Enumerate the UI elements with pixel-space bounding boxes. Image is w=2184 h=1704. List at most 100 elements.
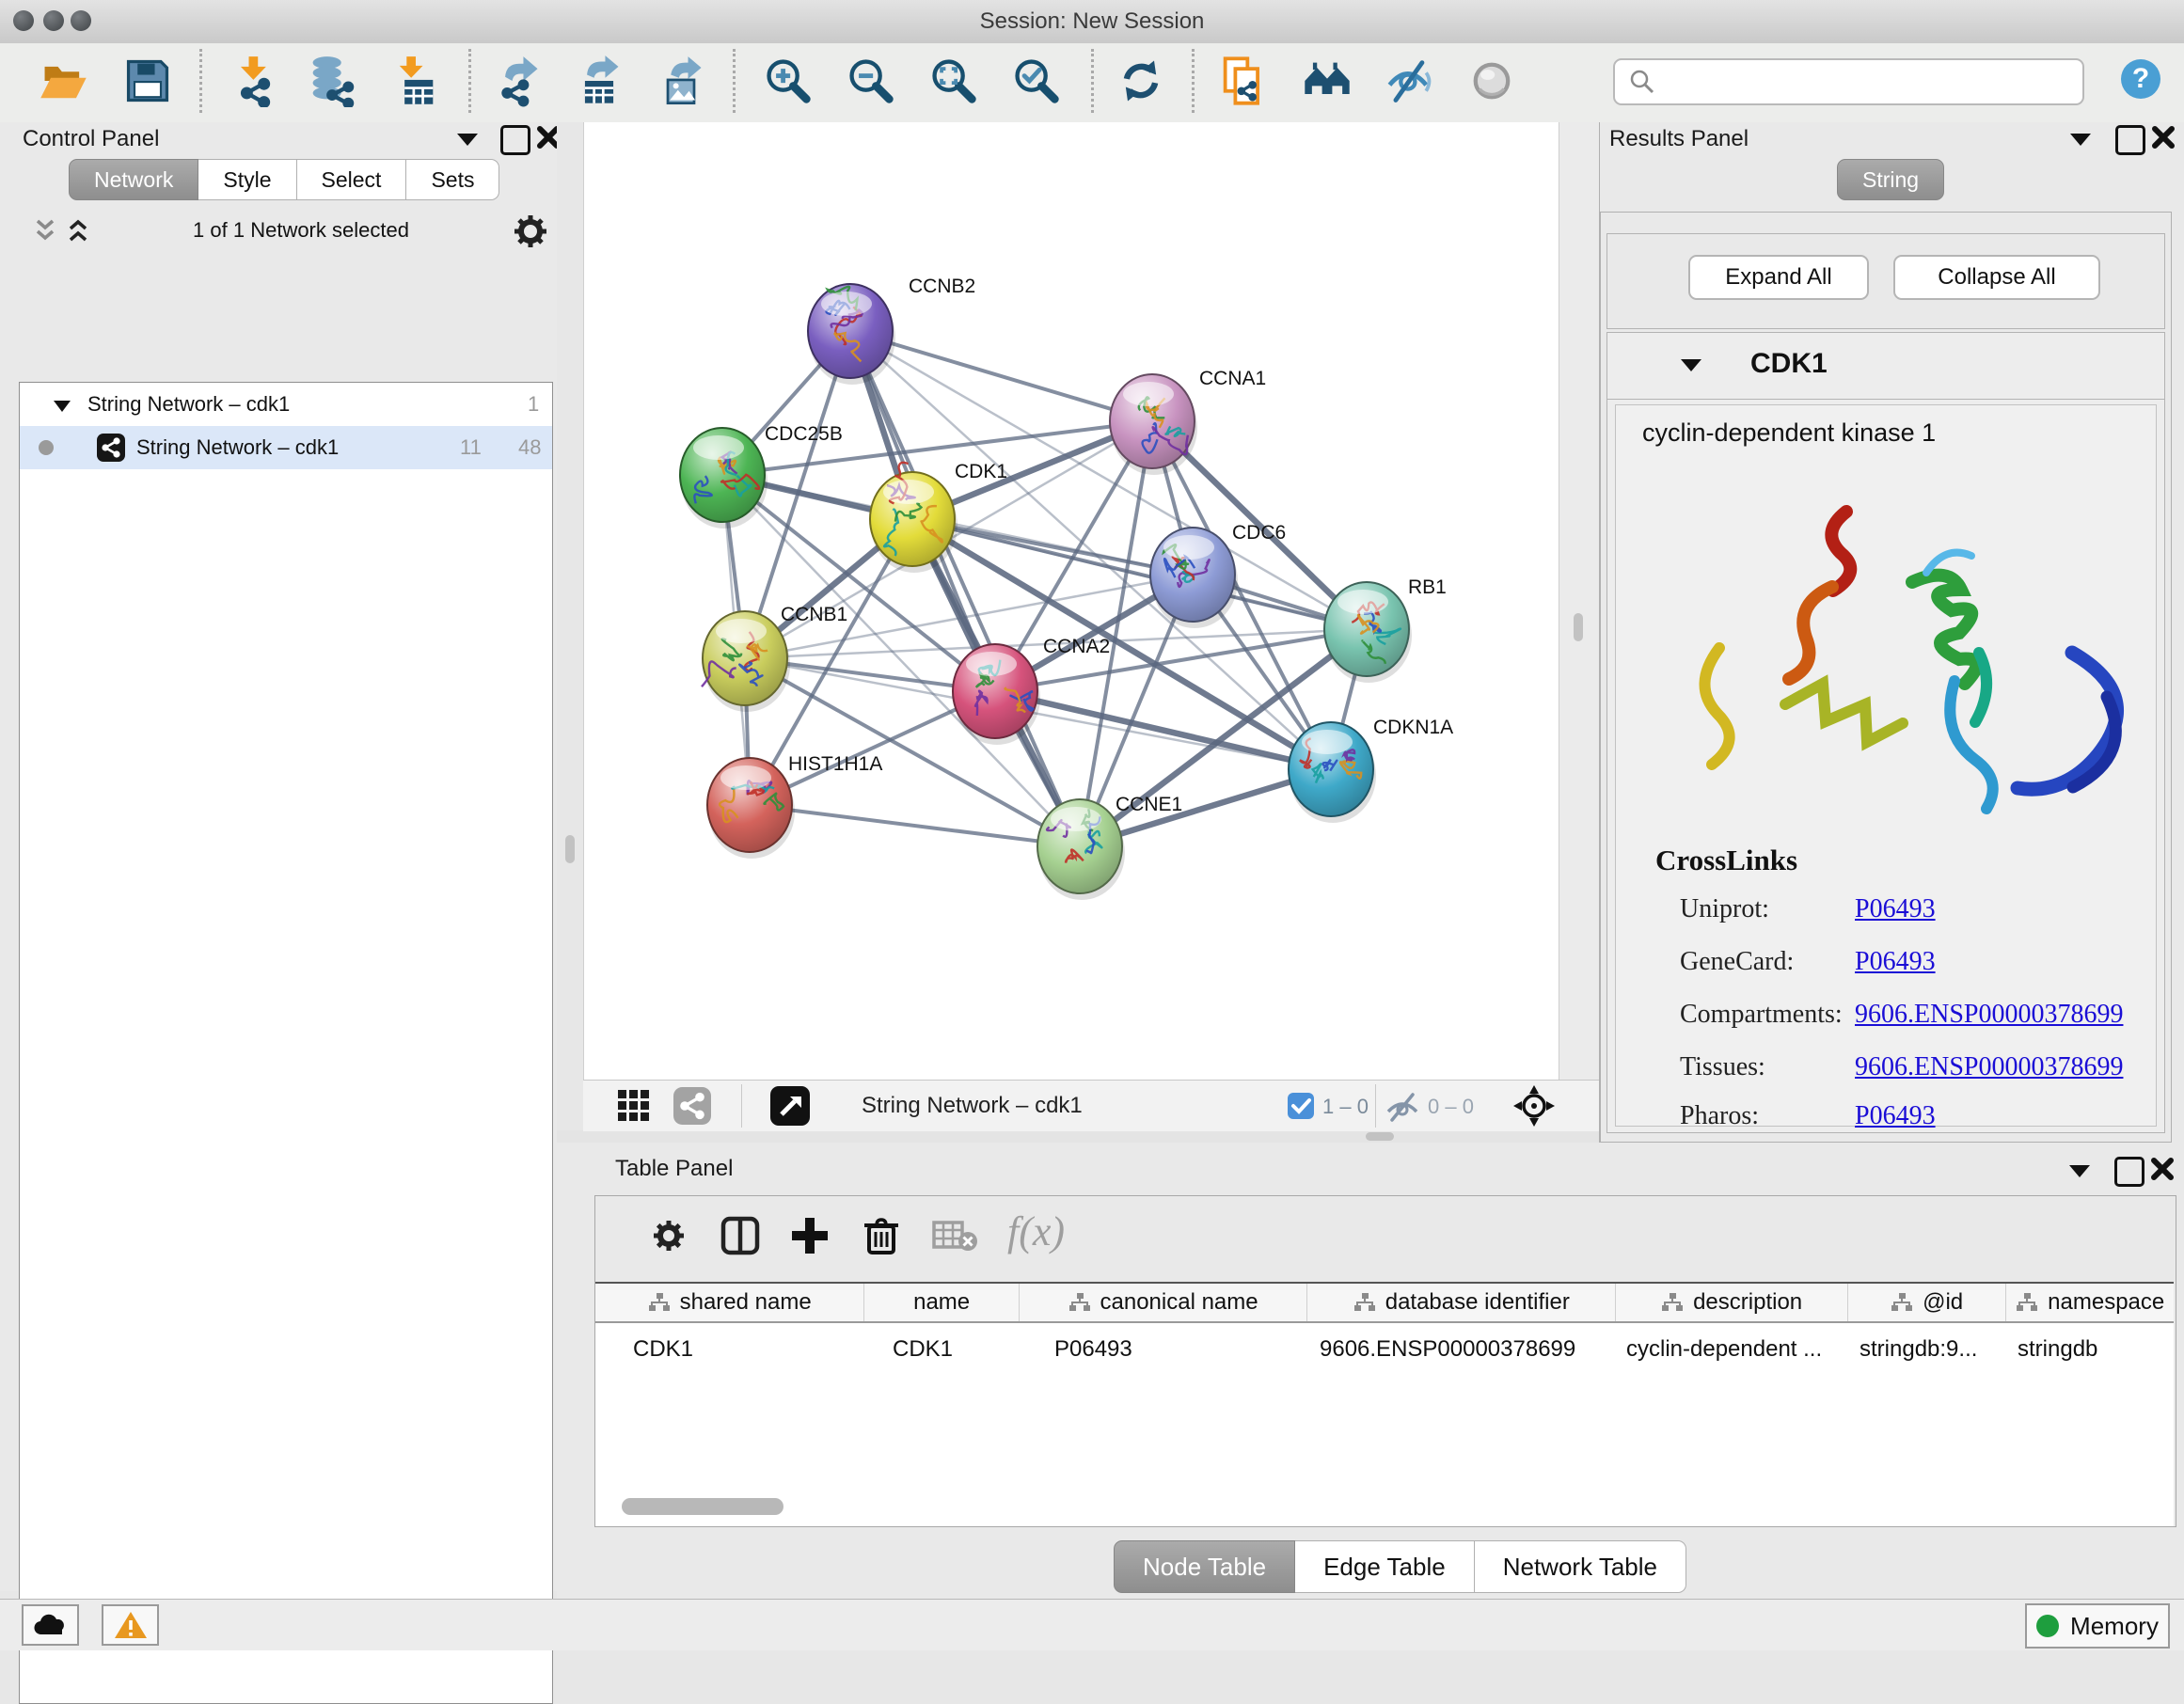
left-splitter-handle[interactable]: [565, 835, 575, 863]
network-node-cdc25b[interactable]: CDC25B: [680, 423, 843, 529]
zoom-in-button[interactable]: [762, 55, 815, 107]
tab-node-table[interactable]: Node Table: [1114, 1540, 1295, 1593]
tab-style[interactable]: Style: [198, 159, 296, 200]
right-splitter-handle[interactable]: [1574, 613, 1583, 641]
tab-network[interactable]: Network: [69, 159, 198, 200]
tab-select[interactable]: Select: [297, 159, 407, 200]
show-preview-button[interactable]: [1465, 55, 1518, 107]
network-node-rb1[interactable]: RB1: [1324, 576, 1447, 683]
network-node-cdkn1a[interactable]: CDKN1A: [1289, 717, 1453, 823]
horizontal-splitter-handle[interactable]: [1366, 1132, 1394, 1141]
hide-graphics-button[interactable]: [1384, 55, 1436, 107]
network-edge[interactable]: [750, 805, 1080, 846]
tab-string[interactable]: String: [1837, 159, 1944, 200]
column-header-canonical-name[interactable]: canonical name: [1020, 1284, 1307, 1321]
expand-all-button[interactable]: Expand All: [1688, 255, 1869, 300]
crosshair-icon[interactable]: [1512, 1084, 1556, 1128]
search-input[interactable]: [1613, 58, 2084, 105]
memory-button[interactable]: Memory: [2025, 1603, 2170, 1649]
crosslink-genecard-link[interactable]: P06493: [1855, 947, 1936, 977]
results-panel-menu-icon[interactable]: [2070, 134, 2091, 146]
hidden-eye-slash-icon[interactable]: [1385, 1091, 1420, 1123]
footer-divider: [741, 1084, 742, 1128]
network-share-disabled-icon[interactable]: [673, 1087, 711, 1125]
function-builder-icon-disabled[interactable]: f(x): [1007, 1207, 1065, 1255]
crosslink-uniprot-link[interactable]: P06493: [1855, 894, 1936, 924]
network-edge[interactable]: [912, 519, 1367, 629]
delete-table-icon-disabled[interactable]: [932, 1215, 979, 1256]
network-collection-row[interactable]: String Network – cdk1 1: [20, 383, 552, 426]
tab-network-table[interactable]: Network Table: [1475, 1540, 1686, 1593]
add-column-icon[interactable]: [789, 1215, 831, 1256]
import-network-file-button[interactable]: [229, 55, 281, 107]
collection-expand-arrow-icon[interactable]: [52, 398, 72, 415]
zoom-fit-button[interactable]: [927, 55, 980, 107]
toolbar-divider: [1091, 49, 1094, 113]
control-panel-menu-icon[interactable]: [457, 134, 478, 146]
network-row[interactable]: String Network – cdk1 11 48: [20, 426, 552, 469]
crosslink-label: Uniprot:: [1680, 894, 1769, 924]
string-network-graph[interactable]: CCNB2CCNA1CDC25BCDK1CDC6RB1CCNB1CCNA2CDK…: [584, 122, 1559, 1080]
horizontal-scrollbar-thumb[interactable]: [622, 1498, 783, 1515]
gene-collapse-arrow-icon[interactable]: [1681, 359, 1701, 371]
help-button[interactable]: ?: [2118, 56, 2171, 109]
collapse-all-networks-icon[interactable]: [31, 218, 59, 245]
birds-eye-view-icon[interactable]: [769, 1085, 811, 1127]
control-panel-float-icon[interactable]: [500, 125, 530, 155]
results-panel-float-icon[interactable]: [2115, 125, 2145, 155]
network-node-ccne1[interactable]: CCNE1: [1037, 794, 1182, 900]
network-node-cdc6[interactable]: CDC6: [1150, 522, 1286, 628]
open-session-button[interactable]: [38, 55, 90, 107]
title-bar: Session: New Session: [0, 0, 2184, 44]
show-columns-icon[interactable]: [720, 1215, 761, 1256]
warnings-button[interactable]: [102, 1604, 159, 1646]
network-edge[interactable]: [850, 331, 1080, 846]
column-header-description[interactable]: description: [1616, 1284, 1847, 1321]
apply-layout-button[interactable]: [1115, 55, 1167, 107]
table-gear-icon[interactable]: [648, 1215, 689, 1256]
tab-edge-table[interactable]: Edge Table: [1295, 1540, 1475, 1593]
column-header-id[interactable]: @id: [1848, 1284, 2007, 1321]
network-options-gear-icon[interactable]: [512, 213, 549, 250]
cloud-button[interactable]: [22, 1604, 79, 1646]
crosslink-tissues-link[interactable]: 9606.ENSP00000378699: [1855, 1052, 2123, 1082]
table-panel-menu-icon[interactable]: [2069, 1165, 2090, 1177]
table-panel-float-icon[interactable]: [2114, 1157, 2144, 1187]
export-image-button[interactable]: [655, 55, 707, 107]
crosslink-compartments-link[interactable]: 9606.ENSP00000378699: [1855, 1000, 2123, 1030]
column-header-namespace[interactable]: namespace: [2006, 1284, 2174, 1321]
save-session-button[interactable]: [121, 55, 174, 107]
export-network-button[interactable]: [491, 55, 544, 107]
import-table-file-button[interactable]: [389, 55, 442, 107]
results-panel-close-icon[interactable]: [2151, 125, 2176, 150]
collapse-all-button[interactable]: Collapse All: [1893, 255, 2100, 300]
selected-checkbox-icon[interactable]: [1288, 1093, 1314, 1119]
column-header-database-identifier[interactable]: database identifier: [1307, 1284, 1616, 1321]
gene-section: CDK1 cyclin-dependent kinase 1: [1606, 332, 2165, 1133]
crosslink-pharos-link[interactable]: P06493: [1855, 1101, 1936, 1131]
table-panel-close-icon[interactable]: [2150, 1157, 2175, 1181]
export-table-button[interactable]: [573, 55, 625, 107]
network-canvas[interactable]: CCNB2CCNA1CDC25BCDK1CDC6RB1CCNB1CCNA2CDK…: [583, 122, 1559, 1080]
expand-all-networks-icon[interactable]: [64, 218, 92, 245]
network-node-ccnb1[interactable]: CCNB1: [702, 604, 847, 712]
zoom-out-button[interactable]: [845, 55, 897, 107]
tab-sets[interactable]: Sets: [406, 159, 499, 200]
crosslink-label: GeneCard:: [1680, 947, 1794, 977]
import-network-database-button[interactable]: [305, 55, 357, 107]
network-node-hist1h1a[interactable]: HIST1H1A: [707, 753, 882, 859]
network-edge[interactable]: [995, 691, 1331, 769]
document-network-button[interactable]: [1217, 55, 1270, 107]
network-edge[interactable]: [850, 331, 1152, 421]
right-splitter[interactable]: [1558, 122, 1600, 1080]
string-home-button[interactable]: [1301, 55, 1353, 107]
grid-view-icon[interactable]: [617, 1089, 651, 1123]
column-header-shared-name[interactable]: shared name: [595, 1284, 864, 1321]
cloud-icon: [32, 1612, 70, 1638]
zoom-selected-button[interactable]: [1010, 55, 1063, 107]
delete-column-trash-icon[interactable]: [861, 1215, 902, 1256]
network-node-ccna2[interactable]: CCNA2: [953, 636, 1110, 745]
table-panel: Table Panel: [557, 1143, 2184, 1599]
network-edge-count: 48: [518, 435, 541, 460]
column-header-name[interactable]: name: [864, 1284, 1020, 1321]
